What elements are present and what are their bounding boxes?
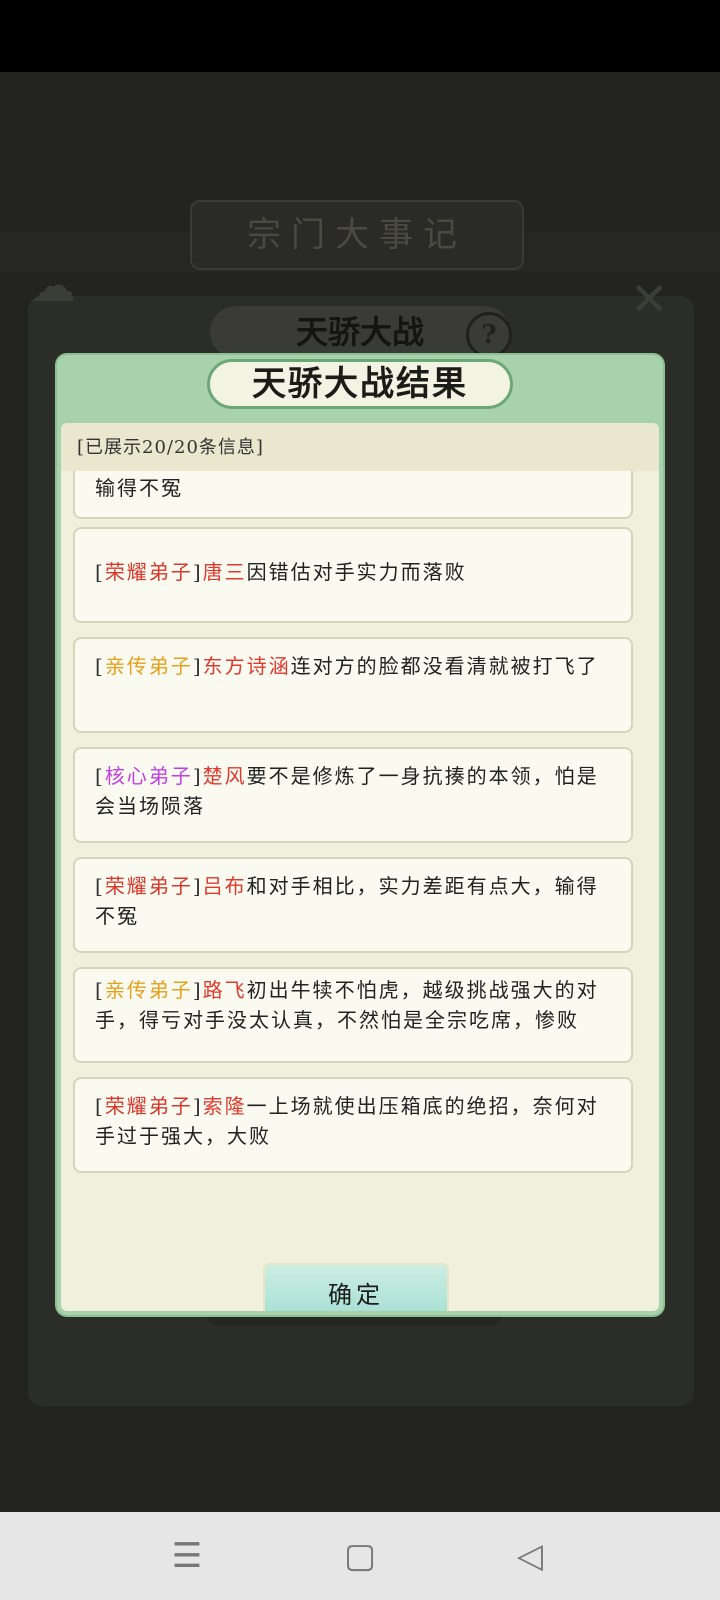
rank-bracket-open: [ (95, 654, 105, 678)
dialog-content-header: [已展示20/20条信息] (61, 423, 659, 471)
rank-bracket-open: [ (95, 1094, 105, 1118)
dialog-content: [已展示20/20条信息] 输得不冤 [荣耀弟子]唐三因错估对手实力而落败 [亲… (61, 423, 659, 1311)
dialog-title: 天骄大战结果 (207, 359, 513, 409)
back-icon[interactable]: ◁ (506, 1532, 554, 1580)
rank-bracket-close: ] (192, 1094, 203, 1118)
rank-label: 荣耀弟子 (104, 560, 193, 584)
home-icon[interactable]: ▢ (336, 1532, 384, 1580)
disciple-name: 索隆 (202, 1094, 247, 1118)
rank-label: 荣耀弟子 (104, 874, 193, 898)
disciple-name: 路飞 (202, 978, 247, 1002)
rank-bracket-open: [ (95, 764, 105, 788)
cloud-decoration-right: ✕ (630, 272, 669, 326)
rank-bracket-open: [ (95, 560, 105, 584)
background-panel-title: 天骄大战 (210, 306, 510, 358)
rank-label: 荣耀弟子 (104, 1094, 193, 1118)
list-item: [荣耀弟子]吕布和对手相比，实力差距有点大，输得不冤 (73, 857, 633, 953)
list-item: [亲传弟子]东方诗涵连对方的脸都没看清就被打飞了 (73, 637, 633, 733)
result-text: 输得不冤 (95, 476, 183, 500)
rank-bracket-close: ] (192, 560, 203, 584)
result-list[interactable]: 输得不冤 [荣耀弟子]唐三因错估对手实力而落败 [亲传弟子]东方诗涵连对方的脸都… (61, 471, 659, 1201)
rank-bracket-close: ] (192, 978, 203, 1002)
result-text: 因错估对手实力而落败 (246, 560, 467, 584)
rank-bracket-open: [ (95, 874, 105, 898)
status-bar (0, 0, 720, 72)
background-banner: 宗门大事记 (190, 200, 524, 270)
disciple-name: 吕布 (202, 874, 247, 898)
list-item: [核心弟子]楚风要不是修炼了一身抗揍的本领，怕是会当场陨落 (73, 747, 633, 843)
list-item: 输得不冤 (73, 471, 633, 519)
result-text: 连对方的脸都没看清就被打飞了 (290, 654, 599, 678)
menu-icon[interactable]: ☰ (163, 1532, 211, 1580)
rank-bracket-open: [ (95, 978, 105, 1002)
cloud-decoration-left: ☁ (30, 258, 76, 312)
confirm-button[interactable]: 确定 (263, 1263, 449, 1311)
rank-label: 亲传弟子 (104, 978, 193, 1002)
disciple-name: 楚风 (202, 764, 247, 788)
rank-label: 亲传弟子 (104, 654, 193, 678)
disciple-name: 东方诗涵 (202, 654, 291, 678)
rank-bracket-close: ] (192, 764, 203, 788)
system-navigation-bar: ☰ ▢ ◁ (0, 1512, 720, 1600)
rank-bracket-close: ] (192, 874, 203, 898)
rank-label: 核心弟子 (104, 764, 193, 788)
list-item: [荣耀弟子]索隆一上场就使出压箱底的绝招，奈何对手过于强大，大败 (73, 1077, 633, 1173)
result-dialog: 天骄大战结果 [已展示20/20条信息] 输得不冤 [荣耀弟子]唐三因错估对手实… (57, 355, 663, 1315)
list-item: [荣耀弟子]唐三因错估对手实力而落败 (73, 527, 633, 623)
list-item: [亲传弟子]路飞初出牛犊不怕虎，越级挑战强大的对手，得亏对手没太认真，不然怕是全… (73, 967, 633, 1063)
message-counter: [已展示20/20条信息] (77, 437, 264, 458)
help-icon[interactable]: ? (466, 312, 512, 358)
disciple-name: 唐三 (202, 560, 247, 584)
rank-bracket-close: ] (192, 654, 203, 678)
